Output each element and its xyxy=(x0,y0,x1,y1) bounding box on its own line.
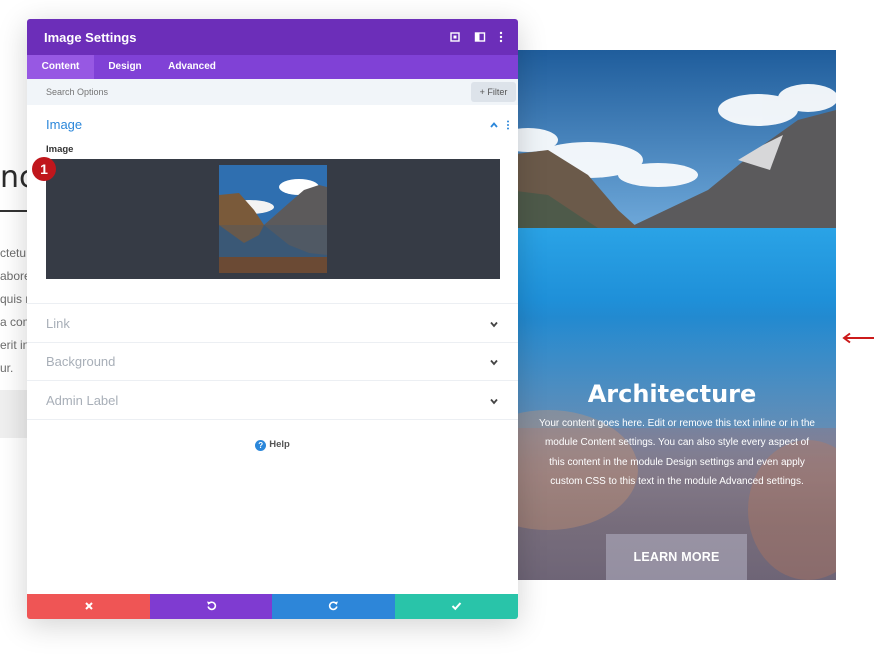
tab-content[interactable]: Content xyxy=(27,55,94,79)
modal-header[interactable]: Image Settings xyxy=(27,19,518,55)
tab-advanced[interactable]: Advanced xyxy=(156,55,228,79)
more-options-icon[interactable] xyxy=(494,30,508,44)
background-section-title[interactable]: Background xyxy=(46,354,115,369)
image-section-title[interactable]: Image xyxy=(46,117,82,132)
thumbnail-landscape xyxy=(219,165,327,273)
plus-icon: + xyxy=(479,87,485,97)
image-thumbnail[interactable] xyxy=(219,165,327,273)
help-label: Help xyxy=(269,439,290,450)
cancel-button[interactable] xyxy=(27,594,150,619)
section-divider xyxy=(27,303,518,304)
chevron-up-icon[interactable] xyxy=(488,119,500,131)
link-section-title[interactable]: Link xyxy=(46,316,70,331)
modal-footer xyxy=(27,594,518,619)
filter-button[interactable]: + Filter xyxy=(471,82,516,102)
help-link[interactable]: ? Help xyxy=(27,439,518,451)
tab-design[interactable]: Design xyxy=(94,55,156,79)
step-badge: 1 xyxy=(32,157,56,181)
filter-label: Filter xyxy=(487,87,508,97)
arrow-left-icon xyxy=(842,332,874,344)
check-icon xyxy=(451,602,462,611)
search-options-input[interactable] xyxy=(37,82,337,102)
x-icon xyxy=(84,602,93,610)
redo-button[interactable] xyxy=(272,594,395,619)
undo-icon xyxy=(206,601,216,611)
modal-tabs: Content Design Advanced xyxy=(27,55,518,79)
section-divider xyxy=(27,342,518,343)
chevron-down-icon[interactable] xyxy=(488,318,500,330)
card-body-text: Your content goes here. Edit or remove t… xyxy=(539,418,815,488)
learn-more-button[interactable]: LEARN MORE xyxy=(606,534,747,580)
landscape-image xyxy=(508,50,836,580)
image-upload-field[interactable] xyxy=(46,159,500,279)
page-canvas: nc ctetu abore quis n a com erit in ur. xyxy=(0,0,880,659)
section-options-icon[interactable] xyxy=(505,119,511,131)
help-icon: ? xyxy=(255,440,267,451)
modal-title: Image Settings xyxy=(44,30,137,45)
redo-icon xyxy=(328,601,338,611)
card-title: Architecture xyxy=(587,380,757,408)
section-divider xyxy=(27,419,518,420)
split-view-icon[interactable] xyxy=(473,30,487,44)
fullscreen-icon[interactable] xyxy=(448,30,462,44)
save-button[interactable] xyxy=(395,594,518,619)
image-field-label: Image xyxy=(46,144,74,155)
undo-button[interactable] xyxy=(150,594,272,619)
image-settings-modal: Image Settings Content Design Advanced S… xyxy=(27,19,518,619)
architecture-card: Architecture Your content goes here. Edi… xyxy=(508,50,836,580)
section-divider xyxy=(27,380,518,381)
chevron-down-icon[interactable] xyxy=(488,395,500,407)
chevron-down-icon[interactable] xyxy=(488,356,500,368)
admin-label-section-title[interactable]: Admin Label xyxy=(46,393,118,408)
search-bar: + Filter xyxy=(27,79,518,105)
